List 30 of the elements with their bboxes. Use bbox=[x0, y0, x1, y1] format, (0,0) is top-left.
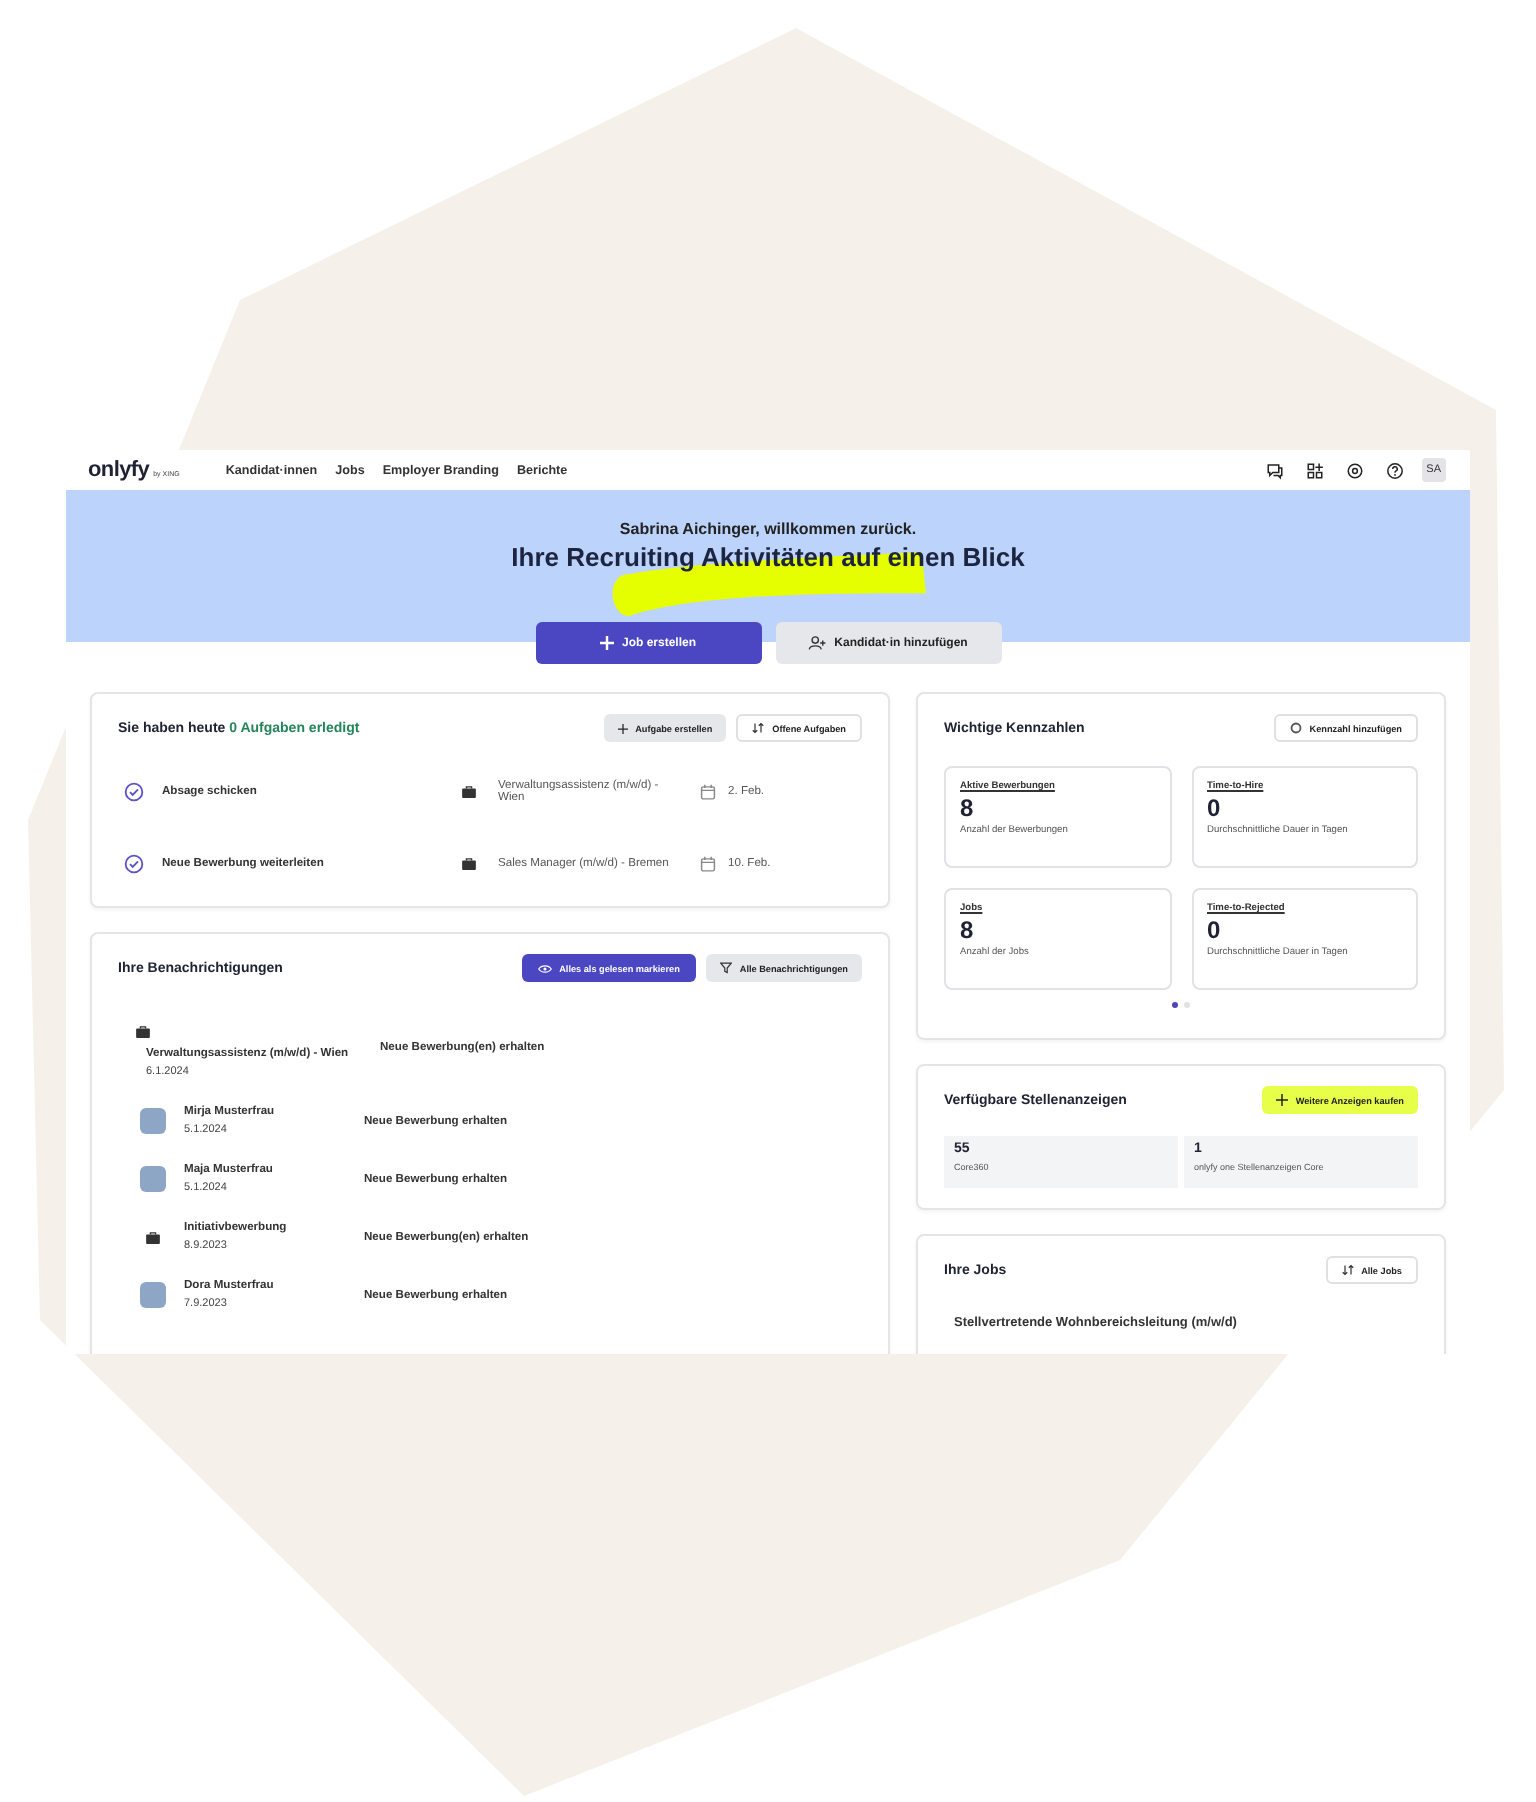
apps-icon[interactable] bbox=[1305, 461, 1324, 479]
avatar-photo-placeholder bbox=[139, 1282, 165, 1308]
briefcase-icon bbox=[462, 858, 476, 870]
circle-icon bbox=[1289, 722, 1302, 734]
plus-icon bbox=[1275, 1094, 1288, 1106]
chat-icon[interactable] bbox=[1265, 461, 1284, 479]
sort-icon bbox=[752, 722, 765, 734]
avatar-photo-placeholder bbox=[139, 1108, 165, 1134]
welcome-text: Sabrina Aichinger, willkommen zurück. bbox=[619, 520, 917, 538]
kpi-value: 8 bbox=[960, 794, 976, 822]
calendar-icon bbox=[700, 784, 716, 800]
kpi-value: 8 bbox=[960, 916, 976, 944]
pager-dot[interactable] bbox=[1172, 1002, 1178, 1008]
briefcase-icon bbox=[136, 1026, 150, 1038]
settings-icon[interactable] bbox=[1345, 461, 1364, 479]
check-circle-icon[interactable] bbox=[124, 854, 144, 874]
plus-icon bbox=[617, 723, 628, 733]
plus-icon bbox=[599, 636, 614, 650]
briefcase-icon bbox=[462, 786, 476, 798]
add-person-icon bbox=[808, 636, 827, 650]
check-circle-icon[interactable] bbox=[124, 782, 144, 802]
calendar-icon bbox=[700, 856, 716, 872]
eye-icon bbox=[537, 963, 552, 973]
help-icon[interactable] bbox=[1385, 461, 1404, 479]
sort-icon bbox=[1341, 1264, 1354, 1276]
kpi-value: 0 bbox=[1207, 794, 1223, 822]
briefcase-icon bbox=[145, 1231, 159, 1243]
filter-icon bbox=[719, 962, 732, 974]
avatar-photo-placeholder bbox=[139, 1166, 165, 1192]
kpi-value: 0 bbox=[1207, 916, 1223, 944]
